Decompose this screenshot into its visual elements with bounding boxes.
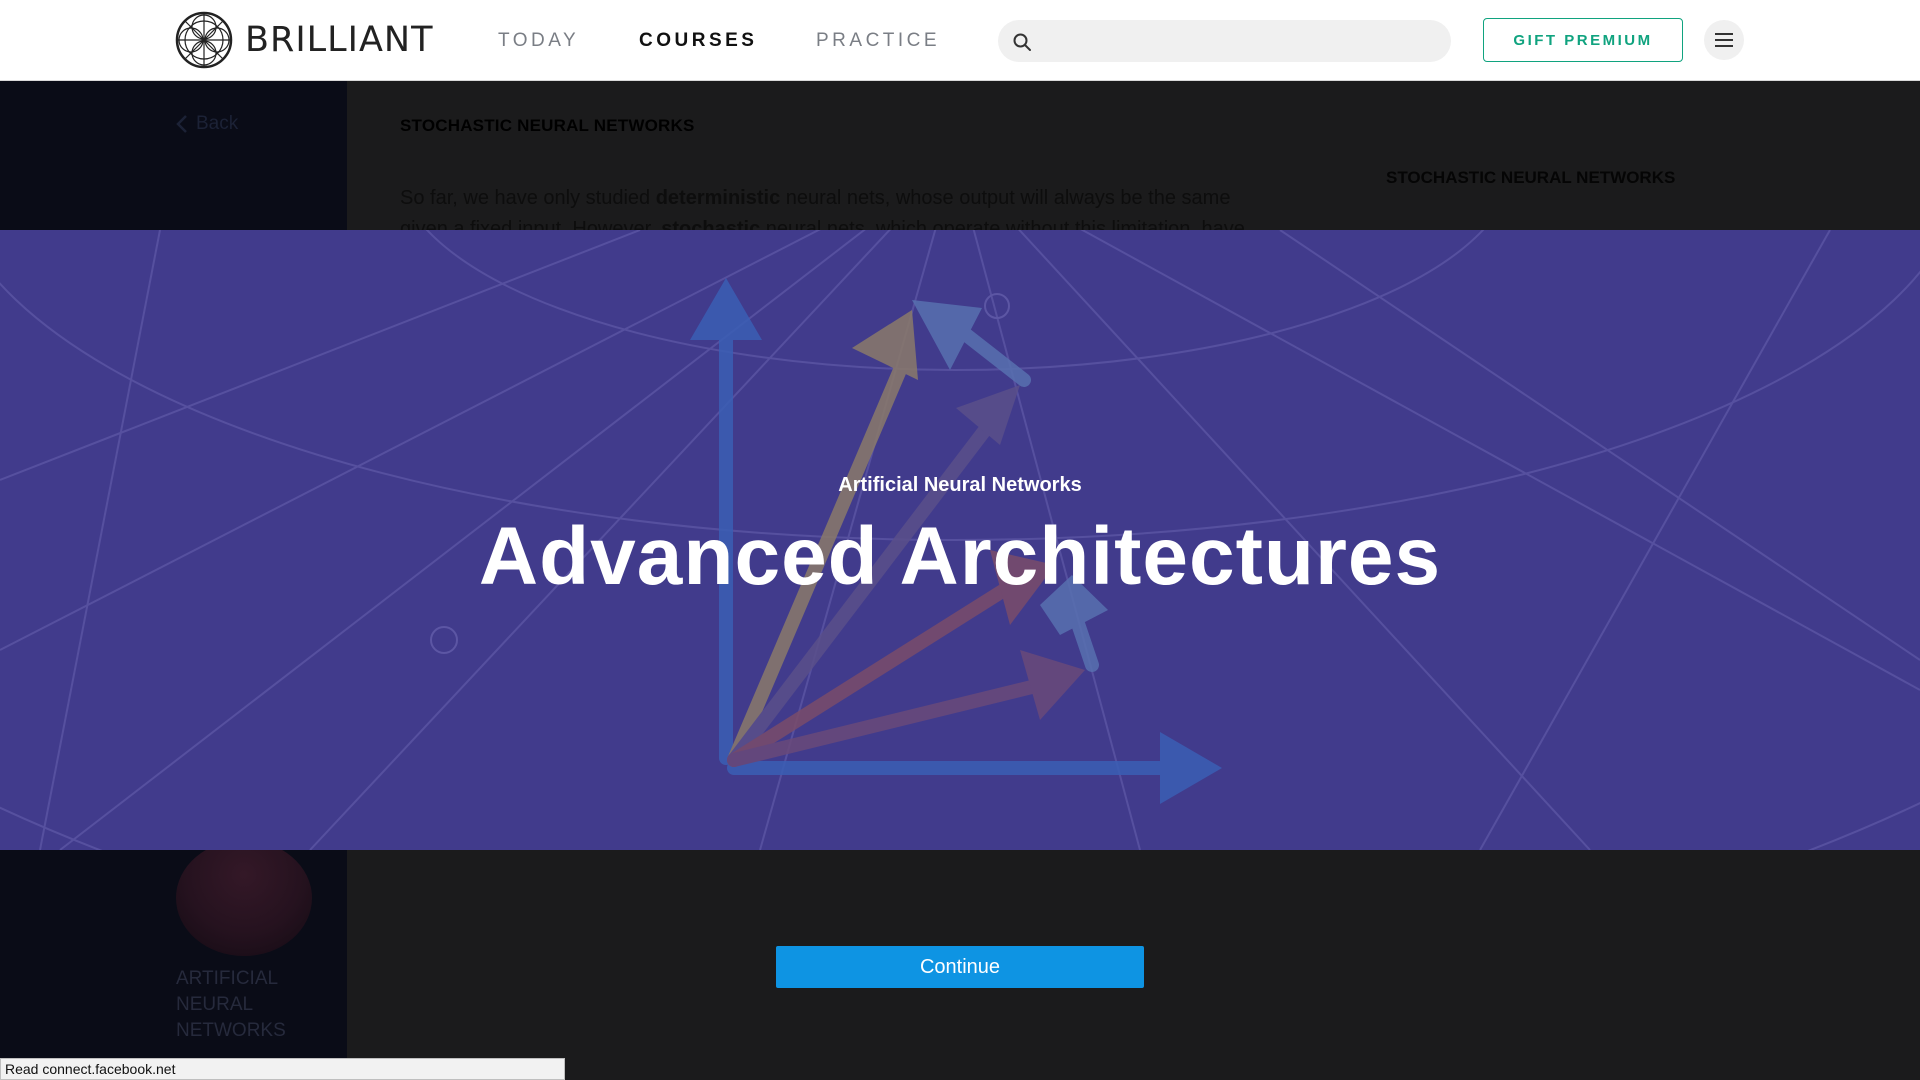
- nav-practice[interactable]: PRACTICE: [816, 30, 940, 52]
- outline-title: STOCHASTIC NEURAL NETWORKS: [1386, 168, 1676, 187]
- hamburger-icon: [1715, 33, 1733, 47]
- continue-button[interactable]: Continue: [776, 946, 1144, 988]
- lesson-title: STOCHASTIC NEURAL NETWORKS: [400, 116, 695, 135]
- banner-subtitle: Artificial Neural Networks: [838, 474, 1082, 496]
- back-label: Back: [196, 113, 239, 134]
- para-bold-1: deterministic: [655, 187, 781, 209]
- course-badge-image: [176, 840, 312, 956]
- chevron-left-icon: [176, 115, 187, 133]
- logo-mark-icon: [175, 11, 233, 69]
- banner-title: Advanced Architectures: [478, 511, 1442, 602]
- search-bar[interactable]: [998, 20, 1451, 62]
- back-link[interactable]: Back: [176, 113, 238, 135]
- browser-status-bar: Read connect.facebook.net: [0, 1058, 565, 1080]
- nav-today[interactable]: TODAY: [498, 30, 579, 52]
- search-input[interactable]: [1042, 20, 1442, 62]
- top-navbar: BRILLIANT TODAY COURSES PRACTICE GIFT PR…: [0, 0, 1920, 81]
- logo-text: BRILLIANT: [245, 19, 434, 60]
- brilliant-logo[interactable]: BRILLIANT: [175, 11, 433, 69]
- chapter-banner: Artificial Neural Networks Advanced Arch…: [0, 230, 1920, 850]
- para-text-1: So far, we have only studied: [400, 187, 656, 209]
- course-name[interactable]: ARTIFICIAL NEURAL NETWORKS: [176, 966, 326, 1044]
- search-icon: [1013, 33, 1031, 51]
- gift-premium-button[interactable]: GIFT PREMIUM: [1483, 18, 1683, 62]
- nav-courses[interactable]: COURSES: [639, 30, 757, 52]
- menu-button[interactable]: [1704, 20, 1744, 60]
